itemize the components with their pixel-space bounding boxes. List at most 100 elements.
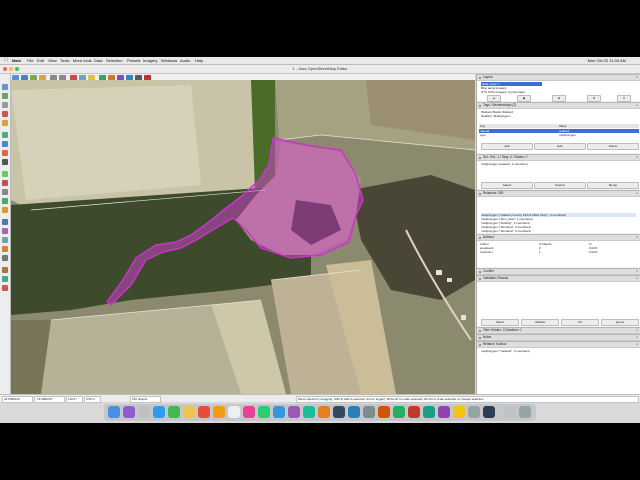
siri-icon[interactable] <box>123 406 135 418</box>
app-icon[interactable] <box>483 406 495 418</box>
validation-select-button[interactable]: Select <box>481 319 519 326</box>
apple-icon[interactable]:  <box>4 57 8 64</box>
gps-icon[interactable] <box>2 276 8 282</box>
layer-delete-button[interactable]: ✕ <box>617 95 631 102</box>
delete-mode-icon[interactable] <box>2 111 8 117</box>
validate-icon[interactable] <box>2 171 8 177</box>
layers-icon[interactable] <box>2 141 8 147</box>
safari-icon[interactable] <box>153 406 165 418</box>
tag-icon[interactable] <box>2 150 8 156</box>
maps-icon[interactable] <box>258 406 270 418</box>
delete-tag-button[interactable]: Delete <box>587 143 639 150</box>
notes-icon[interactable] <box>2 207 8 213</box>
aerial-imagery[interactable] <box>11 80 475 394</box>
downloads-icon[interactable] <box>504 406 516 418</box>
conflict-icon[interactable] <box>2 180 8 186</box>
app-icon[interactable] <box>468 406 480 418</box>
zoom-icon[interactable] <box>2 102 8 108</box>
selection-header[interactable]: Sel.: Rel.: 1 / Way: 0 / Nodes: 0 × <box>477 154 640 161</box>
add-tag-button[interactable]: Add <box>481 143 533 150</box>
search-button[interactable]: Search <box>534 182 586 189</box>
music-icon[interactable] <box>243 406 255 418</box>
close-icon[interactable]: × <box>636 328 638 333</box>
toolbox-relation-item[interactable]: multipolygon ("wetland", 3 members) <box>481 349 530 353</box>
author-icon[interactable] <box>2 198 8 204</box>
close-icon[interactable]: × <box>636 269 638 274</box>
contacts-icon[interactable] <box>228 406 240 418</box>
finder-icon[interactable] <box>108 406 120 418</box>
close-icon[interactable]: × <box>636 342 638 347</box>
books-icon[interactable] <box>318 406 330 418</box>
menu-view[interactable]: View <box>48 57 57 64</box>
multipolygon-icon[interactable] <box>2 228 8 234</box>
app-icon[interactable] <box>453 406 465 418</box>
podcasts-icon[interactable] <box>288 406 300 418</box>
layer-dup-button[interactable]: ⧉ <box>587 95 601 102</box>
audio-icon[interactable] <box>2 267 8 273</box>
java-icon[interactable] <box>408 406 420 418</box>
measure-icon[interactable] <box>2 255 8 261</box>
menu-selection[interactable]: Selection <box>106 57 122 64</box>
close-icon[interactable]: × <box>636 335 638 340</box>
filter-icon[interactable] <box>2 189 8 195</box>
tag-row[interactable]: type multipolygon <box>479 133 639 137</box>
validate-button[interactable]: Validate <box>521 319 559 326</box>
layer-item-nys[interactable]: NYS Ortho Imagery (Cycle) Data <box>481 90 525 94</box>
map-view[interactable] <box>11 80 475 394</box>
layers-header[interactable]: Layers × <box>477 74 640 81</box>
conflict-header[interactable]: Conflict × <box>477 268 640 275</box>
close-icon[interactable]: × <box>636 103 638 108</box>
draw-icon[interactable] <box>2 93 8 99</box>
menu-imagery[interactable]: Imagery <box>143 57 157 64</box>
josm-icon[interactable] <box>393 406 405 418</box>
close-icon[interactable]: × <box>636 276 638 281</box>
filter-header[interactable]: Filter Hidden: 0 Disabled: 0 × <box>477 327 640 334</box>
terminal-icon[interactable] <box>333 406 345 418</box>
merge-button[interactable]: Merge <box>587 182 639 189</box>
layer-merge-button[interactable]: ⊕ <box>552 95 566 102</box>
edit-tag-button[interactable]: Edit <box>534 143 586 150</box>
relation-item[interactable]: multipolygon ("farmland", 2 members) <box>481 229 531 233</box>
search-icon[interactable] <box>2 237 8 243</box>
fix-button[interactable]: Fix <box>561 319 599 326</box>
calendar-icon[interactable] <box>198 406 210 418</box>
notes-app-icon[interactable] <box>183 406 195 418</box>
authors-header[interactable]: Authors × <box>477 234 640 241</box>
relations-header[interactable]: Relations: 350 × <box>477 190 640 197</box>
app-icon[interactable] <box>423 406 435 418</box>
select-button[interactable]: Select <box>481 182 533 189</box>
photos-icon[interactable] <box>213 406 225 418</box>
menu-presets[interactable]: Presets <box>127 57 141 64</box>
launchpad-icon[interactable] <box>138 406 150 418</box>
menu-file[interactable]: File <box>27 57 33 64</box>
relation-toolbox-header[interactable]: Relation Toolbox × <box>477 341 640 348</box>
tags-header[interactable]: Tags / Memberships (2) × <box>477 102 640 109</box>
messages-icon[interactable] <box>168 406 180 418</box>
firefox-icon[interactable] <box>378 406 390 418</box>
layer-show-button[interactable]: ◆ <box>517 95 531 102</box>
layer-up-button[interactable]: ▲ <box>487 95 501 102</box>
facetime-icon[interactable] <box>303 406 315 418</box>
minimap-icon[interactable] <box>2 285 8 291</box>
close-icon[interactable]: × <box>636 155 638 160</box>
trash-icon[interactable] <box>519 406 531 418</box>
relation-icon-left[interactable] <box>2 219 8 225</box>
appstore-icon[interactable] <box>348 406 360 418</box>
ignore-button[interactable]: Ignore <box>601 319 639 326</box>
menu-data[interactable]: Data <box>94 57 102 64</box>
close-icon[interactable]: × <box>636 191 638 196</box>
author-row[interactable]: Unknown 1 0.01% <box>479 250 639 254</box>
menu-tools[interactable]: Tools <box>60 57 69 64</box>
mail-icon[interactable] <box>273 406 285 418</box>
imagery-icon[interactable] <box>2 246 8 252</box>
menu-windows[interactable]: Windows <box>161 57 177 64</box>
validation-header[interactable]: Validation Results × <box>477 275 640 282</box>
menu-help[interactable]: Help <box>195 57 203 64</box>
select-icon[interactable] <box>2 84 8 90</box>
selection-item[interactable]: multipolygon (wetland, 3 members) <box>481 162 528 166</box>
history-icon[interactable] <box>2 159 8 165</box>
lasso-icon[interactable] <box>2 120 8 126</box>
app-icon[interactable] <box>438 406 450 418</box>
menu-main[interactable]: Main <box>12 57 21 64</box>
notes-header[interactable]: Notes × <box>477 334 640 341</box>
